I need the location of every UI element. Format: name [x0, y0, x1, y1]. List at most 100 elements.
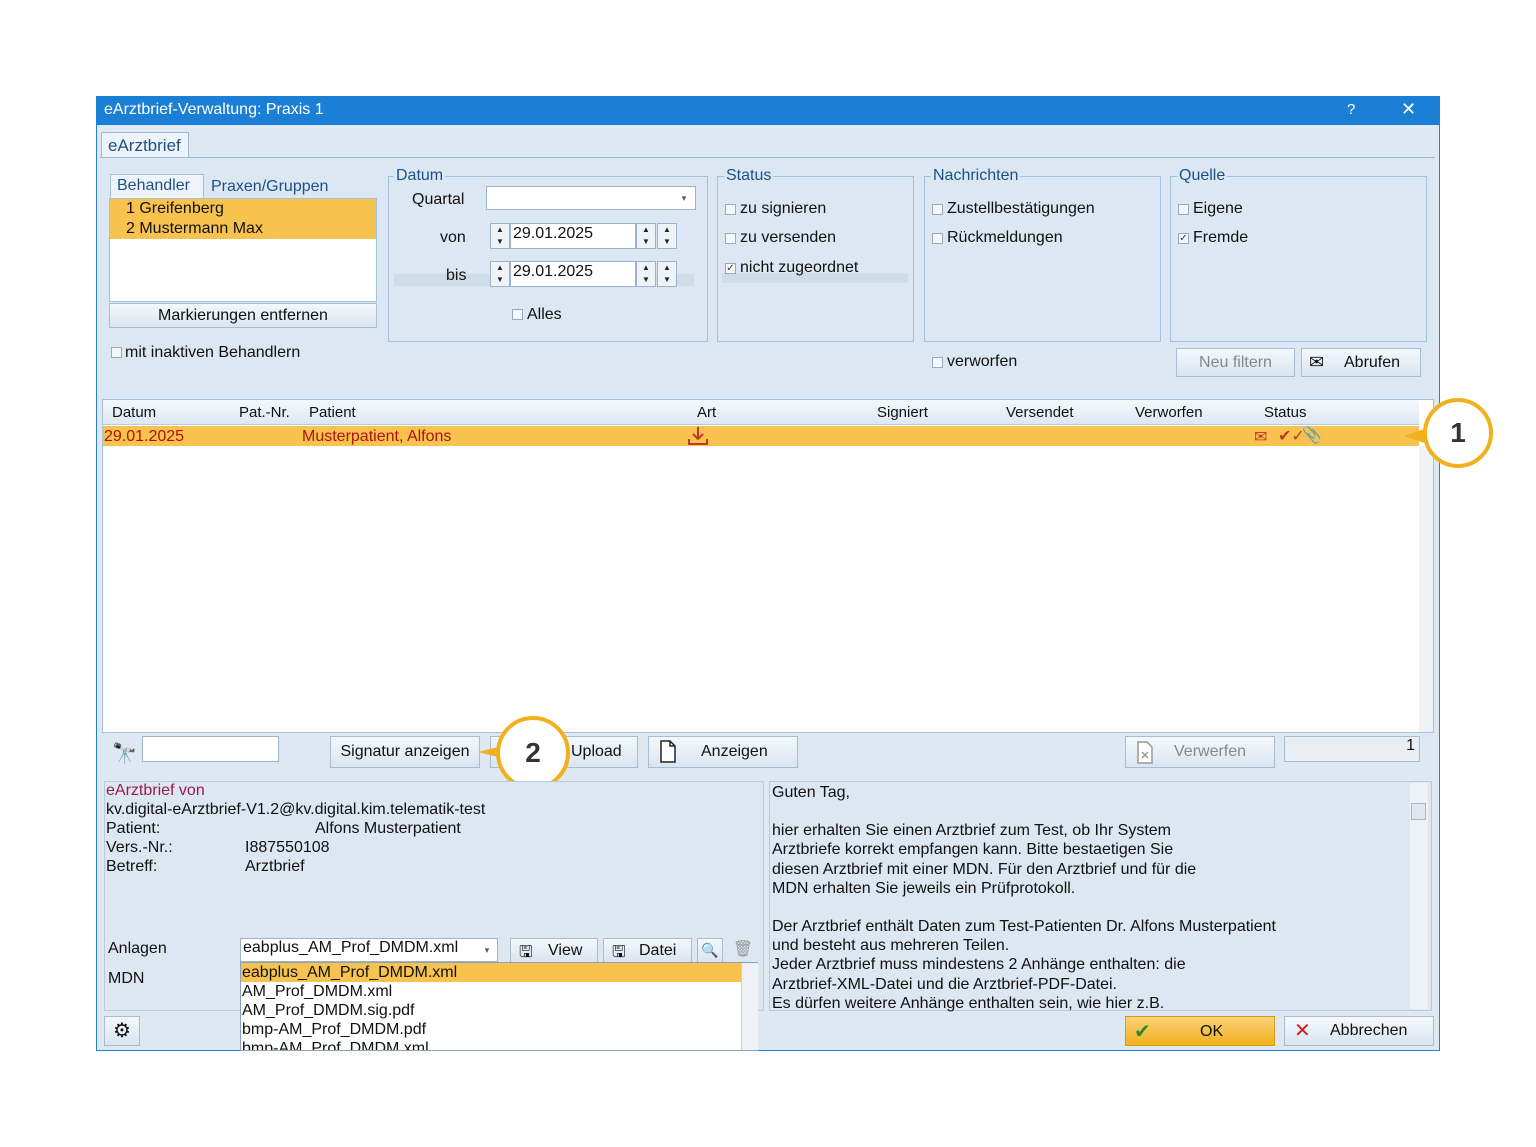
col-art[interactable]: Art	[697, 404, 716, 421]
von-label: von	[440, 229, 466, 246]
view-label: View	[548, 942, 583, 959]
search-input[interactable]	[142, 736, 279, 762]
message-text: Guten Tag, hier erhalten Sie einen Arztb…	[772, 783, 1402, 1013]
zu-signieren-checkbox[interactable]	[725, 204, 736, 215]
bis-spin-left[interactable]: ▲ ▼	[490, 261, 510, 287]
verworfen-checkbox[interactable]	[932, 357, 943, 368]
chevron-down-icon[interactable]: ▾	[674, 188, 694, 208]
alles-checkbox[interactable]	[512, 309, 523, 320]
message-line: und besteht aus mehreren Teilen.	[772, 937, 1010, 955]
tab-praxen-gruppen[interactable]: Praxen/Gruppen	[211, 178, 328, 196]
callout-1-pointer	[1404, 429, 1424, 443]
nicht-zugeordnet-checkbox[interactable]: ✓	[725, 263, 736, 274]
double-check-icon: ✔✓	[1278, 428, 1305, 445]
eigene-checkbox[interactable]	[1178, 204, 1189, 215]
message-line	[772, 802, 1402, 821]
bis-spin-right-2[interactable]: ▲ ▼	[657, 261, 677, 287]
quartal-label: Quartal	[412, 191, 465, 208]
count-display: 1	[1284, 736, 1420, 762]
trash-icon[interactable]: 🗑	[732, 939, 754, 963]
abbrechen-label: Abbrechen	[1330, 1022, 1408, 1039]
gear-icon[interactable]: ⚙	[104, 1016, 140, 1046]
ok-button[interactable]: ✔ OK	[1125, 1016, 1275, 1046]
quartal-select[interactable]	[486, 186, 696, 210]
bis-date-input[interactable]: 29.01.2025	[510, 261, 636, 287]
datum-group-label: Datum	[394, 167, 446, 185]
download-icon	[686, 425, 710, 447]
view-button[interactable]: 🖫 View	[510, 938, 598, 963]
ok-label: OK	[1200, 1023, 1224, 1040]
zustellbestaetigungen-label: Zustellbestätigungen	[947, 200, 1095, 217]
window-title: eArztbrief-Verwaltung: Praxis 1	[104, 101, 324, 118]
help-button[interactable]: ?	[1347, 101, 1355, 118]
nachrichten-group-label: Nachrichten	[931, 167, 1021, 185]
patient-label: Patient:	[106, 820, 161, 837]
table-row[interactable]	[103, 426, 1419, 446]
von-spin-right-2[interactable]: ▲ ▼	[657, 223, 677, 249]
anlagen-chevron-icon[interactable]: ▾	[477, 940, 497, 960]
fremde-checkbox[interactable]: ✓	[1178, 233, 1189, 244]
message-line: diesen Arztbrief mit einer MDN. Für den …	[772, 860, 1197, 878]
anzeigen-button[interactable]: Anzeigen	[648, 736, 798, 768]
dropdown-item[interactable]: eabplus_AM_Prof_DMDM.xml	[241, 963, 757, 982]
preview-icon[interactable]: 🔍	[697, 938, 723, 963]
callout-1: 1	[1423, 398, 1493, 468]
behandler-list[interactable]: 1 Greifenberg 2 Mustermann Max	[109, 198, 377, 302]
abrufen-button[interactable]: ✉ Abrufen	[1301, 348, 1421, 377]
col-signiert[interactable]: Signiert	[877, 404, 928, 421]
rueckmeldungen-checkbox[interactable]	[932, 233, 943, 244]
verworfen-label: verworfen	[947, 353, 1018, 370]
table-scrollbar[interactable]	[1419, 446, 1433, 732]
zu-versenden-checkbox[interactable]	[725, 233, 736, 244]
dropdown-item[interactable]: bmp-AM_Prof_DMDM.xml	[241, 1039, 757, 1050]
verwerfen-button[interactable]: Verwerfen	[1125, 736, 1275, 768]
signatur-anzeigen-button[interactable]: Signatur anzeigen	[330, 736, 480, 768]
dropdown-item[interactable]: bmp-AM_Prof_DMDM.pdf	[241, 1020, 757, 1039]
eigene-label: Eigene	[1193, 200, 1243, 217]
dropdown-item[interactable]: AM_Prof_DMDM.xml	[241, 982, 757, 1001]
dropdown-item[interactable]: AM_Prof_DMDM.sig.pdf	[241, 1001, 757, 1020]
message-line: MDN erhalten Sie jeweils ein Prüfprotoko…	[772, 879, 1076, 897]
list-item[interactable]: 1 Greifenberg	[110, 199, 376, 219]
close-button[interactable]: ✕	[1401, 99, 1416, 120]
col-verworfen[interactable]: Verworfen	[1135, 404, 1203, 421]
anlagen-dropdown[interactable]: eabplus_AM_Prof_DMDM.xml AM_Prof_DMDM.xm…	[240, 962, 758, 1051]
col-datum[interactable]: Datum	[112, 404, 156, 421]
tab-behandler[interactable]: Behandler	[110, 174, 204, 198]
check-icon: ✔	[1134, 1021, 1151, 1043]
message-scroll-thumb[interactable]	[1411, 803, 1426, 820]
row-datum: 29.01.2025	[104, 428, 185, 445]
datei-label: Datei	[639, 942, 677, 959]
message-line: hier erhalten Sie einen Arztbrief zum Te…	[772, 822, 1172, 840]
col-status[interactable]: Status	[1264, 404, 1307, 421]
from-address: kv.digital-eArztbrief-V1.2@kv.digital.ki…	[106, 801, 486, 818]
title-bar: eArztbrief-Verwaltung: Praxis 1 ? ✕	[96, 96, 1440, 125]
anzeigen-label: Anzeigen	[701, 743, 768, 760]
col-patient[interactable]: Patient	[309, 404, 356, 421]
von-spin-right-1[interactable]: ▲ ▼	[636, 223, 656, 249]
col-patnr[interactable]: Pat.-Nr.	[239, 404, 290, 421]
col-versendet[interactable]: Versendet	[1006, 404, 1074, 421]
neu-filtern-button[interactable]: Neu filtern	[1176, 348, 1295, 377]
bis-spin-right-1[interactable]: ▲ ▼	[636, 261, 656, 287]
tab-earztbrief[interactable]: eArztbrief	[101, 132, 189, 158]
von-date-input[interactable]: 29.01.2025	[510, 223, 636, 249]
anlagen-select[interactable]: eabplus_AM_Prof_DMDM.xml	[240, 938, 498, 962]
zu-signieren-label: zu signieren	[740, 200, 827, 217]
list-item[interactable]: 2 Mustermann Max	[110, 219, 376, 239]
betreff-label: Betreff:	[106, 858, 158, 875]
abbrechen-button[interactable]: ✕ Abbrechen	[1284, 1016, 1434, 1046]
upload-label: Upload	[571, 743, 622, 760]
von-spin-left[interactable]: ▲ ▼	[490, 223, 510, 249]
rueckmeldungen-label: Rückmeldungen	[947, 229, 1063, 246]
cancel-icon: ✕	[1294, 1020, 1311, 1042]
mail-status-icon: ✉	[1254, 429, 1268, 446]
alles-label: Alles	[527, 306, 562, 323]
remove-markings-button[interactable]: Markierungen entfernen	[109, 303, 377, 328]
document-icon	[659, 740, 677, 763]
zustellbestaetigungen-checkbox[interactable]	[932, 204, 943, 215]
dropdown-scrollbar[interactable]	[741, 963, 758, 1050]
datei-button[interactable]: 🖫 Datei	[603, 938, 692, 963]
inactive-checkbox[interactable]	[111, 347, 122, 358]
message-line: Guten Tag,	[772, 784, 850, 801]
